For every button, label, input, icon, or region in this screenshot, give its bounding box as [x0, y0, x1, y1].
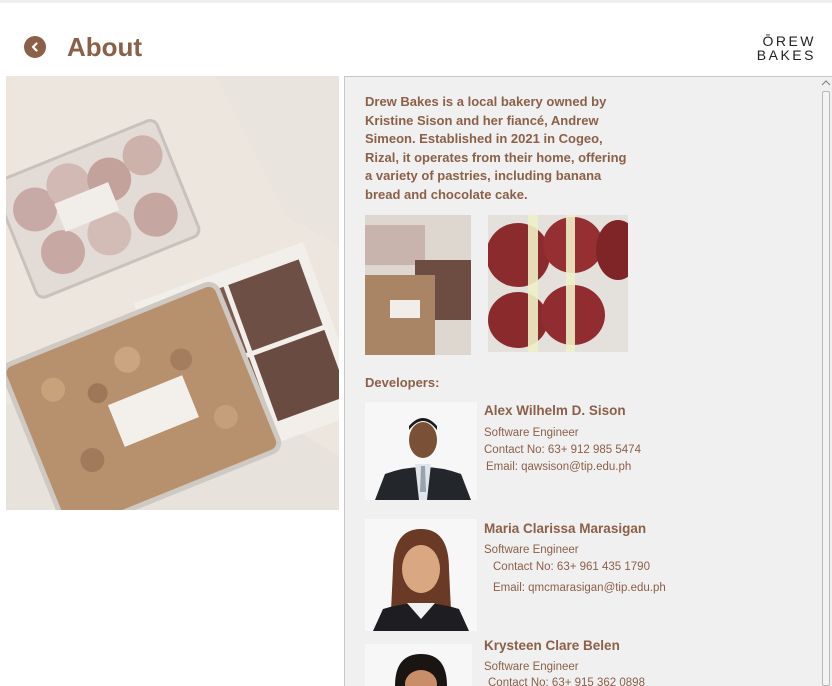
bakery-photo	[6, 76, 339, 510]
developer-contact: Contact No: 63+ 912 985 5474	[484, 444, 641, 456]
back-button[interactable]	[24, 36, 46, 58]
brand-logo-line1: ŌREW	[762, 33, 816, 49]
pastry-photo-2	[488, 215, 628, 352]
developer-photo	[365, 519, 477, 631]
about-panel[interactable]: Drew Bakes is a local bakery owned by Kr…	[344, 76, 832, 686]
developer-photo	[365, 402, 477, 500]
developer-name: Alex Wilhelm D. Sison	[484, 403, 626, 418]
header: About ŌREW BAKES	[0, 30, 832, 70]
scroll-up-arrow-icon[interactable]	[821, 79, 831, 87]
top-divider	[0, 0, 832, 3]
developer-email: Email: qawsison@tip.edu.ph	[486, 461, 632, 473]
developer-name: Krysteen Clare Belen	[484, 638, 620, 653]
developer-role: Software Engineer	[484, 661, 579, 673]
developer-role: Software Engineer	[484, 427, 579, 439]
developer-photo	[365, 644, 472, 686]
brand-logo-line2: BAKES	[756, 47, 816, 63]
scrollbar-thumb[interactable]	[822, 91, 830, 686]
pastry-photo-1	[365, 215, 471, 355]
brand-logo: ŌREW BAKES	[746, 34, 816, 66]
developers-heading: Developers:	[365, 375, 440, 390]
vertical-scrollbar[interactable]	[819, 77, 832, 686]
chevron-left-icon	[31, 42, 38, 52]
about-description: Drew Bakes is a local bakery owned by Kr…	[365, 94, 627, 202]
developer-email: Email: qmcmarasigan@tip.edu.ph	[493, 582, 666, 594]
page-title: About	[67, 32, 143, 62]
developer-role: Software Engineer	[484, 544, 579, 556]
developer-name: Maria Clarissa Marasigan	[484, 521, 647, 536]
developer-contact: Contact No: 63+ 961 435 1790	[493, 561, 650, 573]
